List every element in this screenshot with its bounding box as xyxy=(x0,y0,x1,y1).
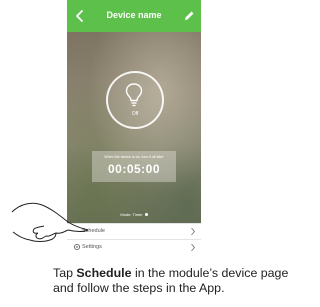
header-bar: Device name xyxy=(67,0,201,32)
instruction-bold-term: Schedule xyxy=(76,266,132,280)
power-toggle-button[interactable]: Off xyxy=(106,71,164,129)
instruction-prefix: Tap xyxy=(53,266,77,280)
instruction-line-1: Tap Schedule in the module’s device page xyxy=(53,266,318,281)
timer-panel[interactable]: When the device is on, turn it off after… xyxy=(92,151,176,182)
device-title: Device name xyxy=(106,10,162,20)
instruction-text: Tap Schedule in the module’s device page… xyxy=(53,266,318,296)
lightbulb-icon xyxy=(125,83,143,107)
timer-value: 00:05:00 xyxy=(107,162,161,176)
chevron-right-icon xyxy=(191,227,196,236)
instruction-line-2: and follow the steps in the App. xyxy=(53,281,225,295)
pointing-hand-illustration xyxy=(11,202,89,242)
back-arrow-icon[interactable] xyxy=(73,8,87,24)
mode-dot-icon xyxy=(144,213,148,217)
room-background-photo: Off When the device is on, turn it off a… xyxy=(67,32,201,223)
instruction-suffix: in the module’s device page xyxy=(131,266,289,280)
chevron-right-icon xyxy=(191,243,196,252)
timer-caption: When the device is on, turn it off after xyxy=(104,155,164,159)
edit-pencil-icon[interactable] xyxy=(182,8,196,24)
power-state-label: Off xyxy=(131,111,139,117)
mode-label: Mode: Timer xyxy=(120,212,143,217)
